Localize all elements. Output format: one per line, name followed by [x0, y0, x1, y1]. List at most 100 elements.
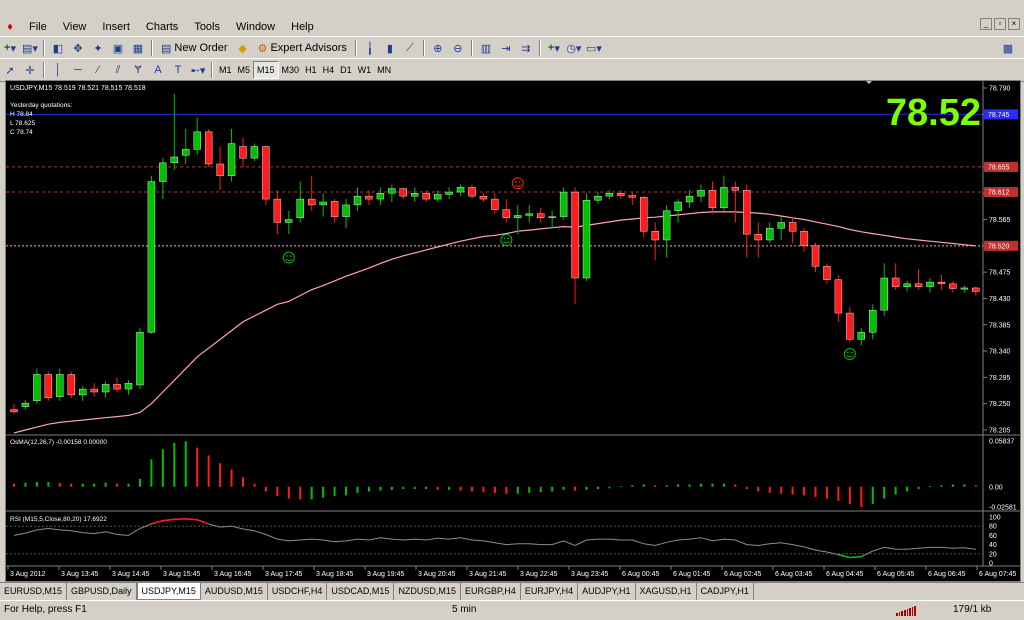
- chart-tab[interactable]: GBPUSD,Daily: [67, 583, 137, 600]
- price-marker-label: 78.612: [988, 190, 1010, 197]
- line-chart-icon[interactable]: ⟋: [401, 39, 419, 57]
- smiley-eye: [286, 255, 288, 257]
- terminal-icon[interactable]: ▣: [109, 39, 127, 57]
- zoom-in-icon[interactable]: ⊕: [429, 39, 447, 57]
- bar-chart-icon[interactable]: ╽: [361, 39, 379, 57]
- candle-body: [319, 201, 327, 206]
- close-icon[interactable]: ×: [1008, 18, 1020, 30]
- candle-body: [800, 231, 808, 247]
- chart-tab[interactable]: XAGUSD,H1: [636, 583, 697, 600]
- new-order-button[interactable]: ▤ New Order: [157, 39, 232, 57]
- smiley-eye: [503, 237, 506, 240]
- chart-tab[interactable]: NZDUSD,M15: [394, 583, 461, 600]
- chart-shift-icon[interactable]: ⇥: [497, 39, 515, 57]
- text-icon[interactable]: A: [149, 61, 167, 79]
- vertical-line-icon[interactable]: │: [49, 61, 67, 79]
- time-tick-label: 6 Aug 07:45: [979, 571, 1016, 578]
- timeframe-m1[interactable]: M1: [216, 62, 235, 78]
- chart-canvas[interactable]: 78.79078.74578.65578.61078.56578.52078.4…: [6, 81, 1020, 581]
- osma-layer: [13, 441, 977, 508]
- menu-help[interactable]: Help: [283, 18, 322, 36]
- channel-icon[interactable]: ⫽: [109, 61, 127, 79]
- chart-tab[interactable]: EURJPY,H4: [521, 583, 579, 600]
- menu-view[interactable]: View: [55, 18, 95, 36]
- timeframe-m15[interactable]: M15: [253, 61, 279, 79]
- navigator-icon[interactable]: ✦: [89, 39, 107, 57]
- candle-body: [479, 195, 488, 200]
- minimize-icon[interactable]: _: [980, 18, 992, 30]
- timeframe-h4[interactable]: H4: [320, 62, 338, 78]
- timeframe-w1[interactable]: W1: [355, 62, 375, 78]
- candle-body: [537, 213, 545, 218]
- strategy-tester-icon[interactable]: ▦: [129, 39, 147, 57]
- trendline-icon[interactable]: ⁄: [89, 61, 107, 79]
- timeframe-m5[interactable]: M5: [235, 62, 254, 78]
- menu-window[interactable]: Window: [228, 18, 283, 36]
- time-tick-label: 3 Aug 15:45: [163, 571, 200, 578]
- periods-icon[interactable]: ◷▾: [565, 39, 583, 57]
- candle-body: [731, 187, 740, 191]
- templates-icon[interactable]: ▭▾: [585, 39, 603, 57]
- restore-icon[interactable]: ▫: [994, 18, 1006, 30]
- candle-body: [834, 279, 843, 314]
- auto-scroll-icon[interactable]: ⇉: [517, 39, 535, 57]
- shift-marker[interactable]: [866, 81, 872, 84]
- smiley-mouth: [285, 258, 293, 261]
- candle-body: [502, 209, 511, 218]
- toolbar-separator: [422, 40, 425, 56]
- candle-body: [90, 388, 98, 393]
- osma-label: OsMA(12,26,7) -0.00158 0.00000: [10, 439, 107, 446]
- toolbar-separator: [538, 40, 541, 56]
- chart-tab[interactable]: EURGBP,H4: [461, 583, 521, 600]
- arrows-icon[interactable]: ➸▾: [189, 61, 207, 79]
- menu-charts[interactable]: Charts: [138, 18, 186, 36]
- chart-tab[interactable]: AUDJPY,H1: [578, 583, 636, 600]
- timeframe-h1[interactable]: H1: [302, 62, 320, 78]
- candle-body: [273, 198, 282, 223]
- profiles-icon[interactable]: ▤▾: [21, 39, 39, 57]
- candlestick-icon[interactable]: ▮: [381, 39, 399, 57]
- menu-insert[interactable]: Insert: [94, 18, 138, 36]
- metaeditor-icon[interactable]: ◆: [234, 39, 252, 57]
- zoom-out-icon[interactable]: ⊖: [449, 39, 467, 57]
- candle-body: [605, 193, 614, 197]
- candle-body: [582, 200, 591, 279]
- candle-body: [972, 287, 980, 292]
- tile-windows-icon[interactable]: ▥: [477, 39, 495, 57]
- toolbar-separator: [211, 62, 213, 78]
- toolbar-separator: [151, 40, 153, 56]
- price-tick-label: 78.475: [989, 270, 1011, 277]
- chart-tab[interactable]: CADJPY,H1: [697, 583, 754, 600]
- time-tick-label: 6 Aug 04:45: [826, 571, 863, 578]
- osma-tick-label: -0.02581: [989, 505, 1017, 512]
- chat-icon[interactable]: ▩: [999, 39, 1017, 57]
- chart-tab[interactable]: USDCAD,M15: [327, 583, 395, 600]
- rsi-tick-label: 80: [989, 524, 997, 531]
- new-chart-icon[interactable]: + ▾: [1, 39, 19, 57]
- chart-tab[interactable]: AUDUSD,M15: [201, 583, 268, 600]
- timeframe-d1[interactable]: D1: [337, 62, 355, 78]
- cursor-icon[interactable]: ➚: [1, 61, 19, 79]
- indicators-icon[interactable]: + ▾: [545, 39, 563, 57]
- toolbar-separator: [354, 40, 357, 56]
- expert-advisors-button[interactable]: ⚙ Expert Advisors: [254, 39, 351, 57]
- candle-body: [422, 193, 430, 200]
- fibonacci-icon[interactable]: Ɏ: [129, 61, 147, 79]
- chart-tab[interactable]: EURUSD,M15: [0, 583, 68, 600]
- yesterday-low: L 78.625: [10, 120, 35, 127]
- menu-file[interactable]: File: [21, 18, 55, 36]
- crosshair-icon[interactable]: ✛: [21, 61, 39, 79]
- candle-body: [651, 231, 659, 241]
- menu-tools[interactable]: Tools: [186, 18, 228, 36]
- horizontal-line-icon[interactable]: ─: [69, 61, 87, 79]
- label-icon[interactable]: T: [169, 61, 187, 79]
- smiley-sell-icon: [511, 177, 524, 190]
- chart-tab[interactable]: USDCHF,H4: [268, 583, 328, 600]
- timeframe-m30[interactable]: M30: [279, 62, 303, 78]
- candle-body: [491, 198, 499, 210]
- chart-tab[interactable]: USDJPY,M15: [136, 583, 201, 600]
- data-window-icon[interactable]: ✥: [69, 39, 87, 57]
- market-watch-icon[interactable]: ◧: [49, 39, 67, 57]
- chart-window[interactable]: 78.79078.74578.65578.61078.56578.52078.4…: [5, 80, 1021, 582]
- timeframe-mn[interactable]: MN: [374, 62, 394, 78]
